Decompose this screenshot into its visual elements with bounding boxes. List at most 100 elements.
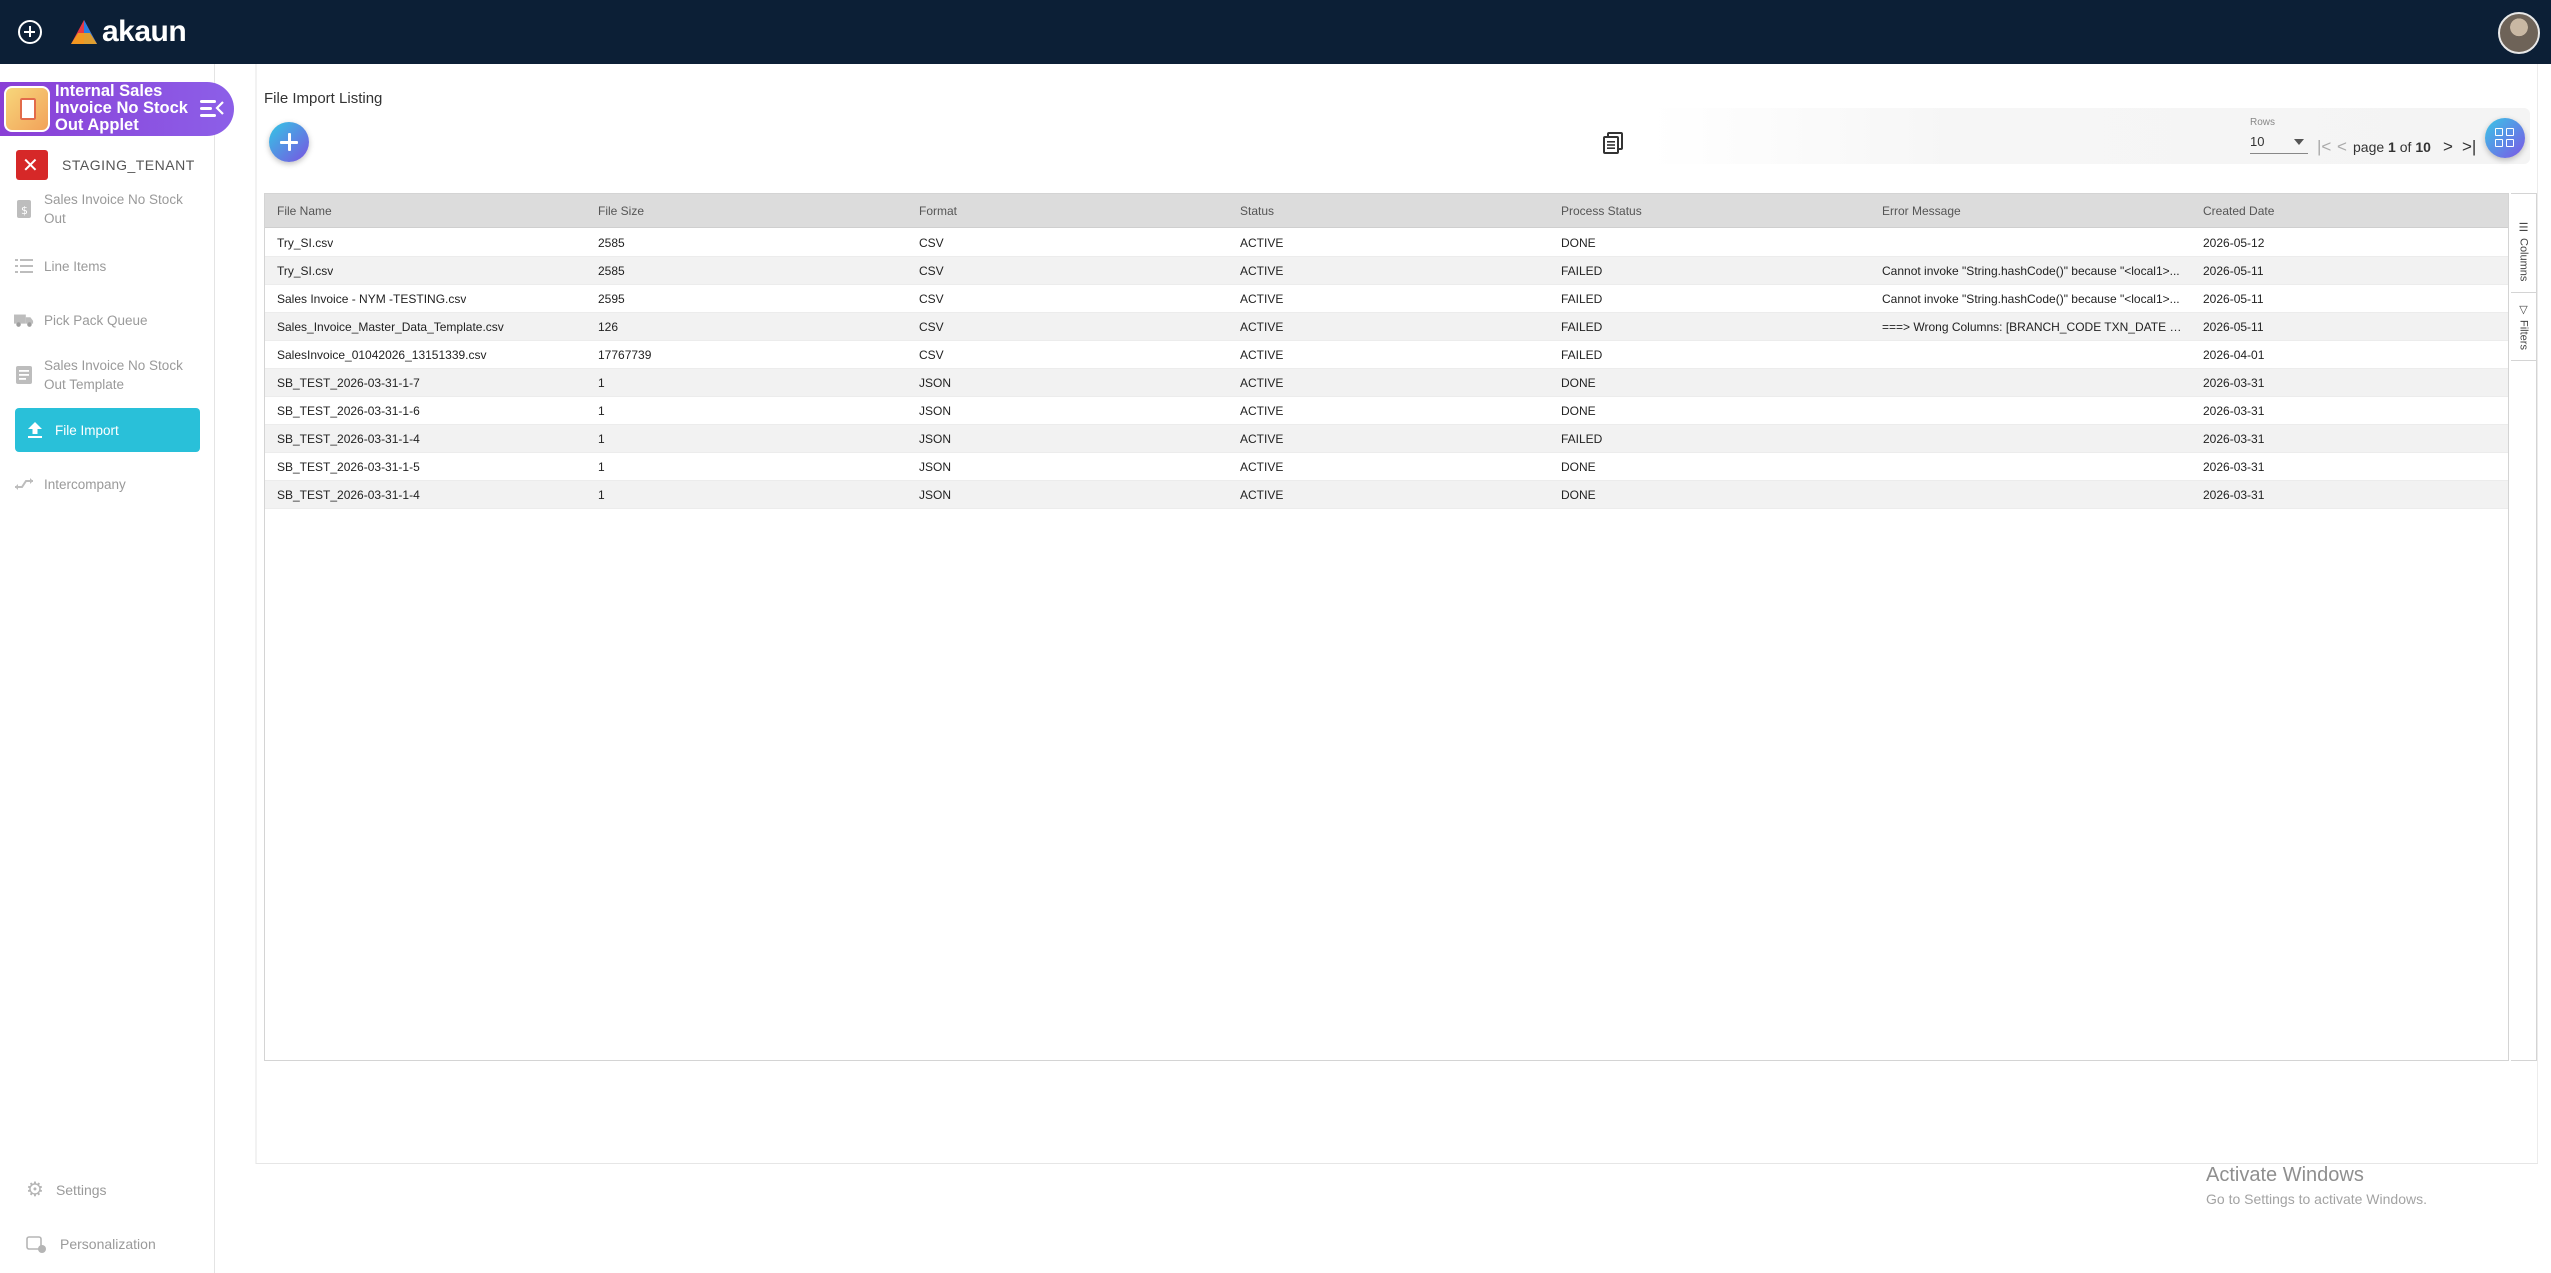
first-page-icon[interactable]: |< <box>2317 138 2331 155</box>
file-size-cell: 17767739 <box>598 348 652 362</box>
format-cell: JSON <box>919 432 952 446</box>
created-date-cell: 2026-03-31 <box>2203 432 2265 446</box>
format-cell: CSV <box>919 264 944 278</box>
of-word: of <box>2399 139 2412 155</box>
previous-page-icon[interactable]: < <box>2337 138 2347 155</box>
file-name-cell: SB_TEST_2026-03-31-1-4 <box>277 488 420 502</box>
table-row[interactable]: Try_SI.csv 2585 CSV ACTIVE DONE 2026-05-12 <box>265 229 2508 257</box>
main-bottom-border <box>256 1163 2538 1164</box>
column-header-file-size[interactable]: File Size <box>598 204 644 218</box>
table-row[interactable]: SB_TEST_2026-03-31-1-6 1 JSON ACTIVE DONE 202… <box>265 397 2508 425</box>
process-status-cell: DONE <box>1561 376 1596 390</box>
process-status-cell: FAILED <box>1561 292 1603 306</box>
file-name-cell: Sales_Invoice_Master_Data_Template.csv <box>277 320 504 334</box>
file-size-cell: 1 <box>598 404 605 418</box>
columns-panel-tab[interactable]: ☰ Columns <box>2511 216 2536 286</box>
add-circle-icon[interactable] <box>18 20 42 44</box>
top-bar: akaun <box>0 0 2551 64</box>
settings-label: Settings <box>55 1182 107 1198</box>
personalization-button[interactable]: Personalization <box>26 1234 156 1254</box>
grid-view-button[interactable] <box>2485 118 2525 158</box>
app-logo[interactable]: akaun <box>70 14 187 50</box>
settings-button[interactable]: ⚙ Settings <box>26 1180 107 1200</box>
error-message-cell: Cannot invoke "String.hashCode()" becaus… <box>1882 264 2180 278</box>
column-header-process-status[interactable]: Process Status <box>1561 204 1642 218</box>
gear-icon: ⚙ <box>26 1179 44 1201</box>
table-row[interactable]: SB_TEST_2026-03-31-1-7 1 JSON ACTIVE DONE 202… <box>265 369 2508 397</box>
sidebar-item-label: Intercompany <box>44 476 126 492</box>
sidebar-item-sales-invoice-template[interactable]: Sales Invoice No Stock Out Template <box>14 356 200 394</box>
user-avatar[interactable] <box>2498 12 2540 54</box>
sidebar-item-label: Sales Invoice No Stock Out Template <box>44 358 183 392</box>
sidebar-item-sales-invoice-no-stock-out[interactable]: $ Sales Invoice No Stock Out <box>14 190 200 228</box>
rows-label: Rows <box>2250 117 2276 128</box>
toolbar-strip <box>1650 108 2530 164</box>
total-pages: 10 <box>2415 139 2431 155</box>
table-row[interactable]: SB_TEST_2026-03-31-1-4 1 JSON ACTIVE FAILED 2… <box>265 425 2508 453</box>
file-name-cell: SalesInvoice_01042026_13151339.csv <box>277 348 487 362</box>
sidebar-item-pick-pack-queue[interactable]: Pick Pack Queue <box>14 310 200 330</box>
table-header: File Name File Size Format Status Proces… <box>265 194 2508 228</box>
tenant-selector[interactable]: STAGING_TENANT <box>16 150 195 180</box>
table-row[interactable]: Try_SI.csv 2585 CSV ACTIVE FAILED Cannot invo… <box>265 257 2508 285</box>
svg-text:$: $ <box>21 204 28 217</box>
file-size-cell: 126 <box>598 320 619 334</box>
list-icon <box>14 256 34 276</box>
file-size-cell: 1 <box>598 376 605 390</box>
created-date-cell: 2026-03-31 <box>2203 376 2265 390</box>
page-title: File Import Listing <box>264 90 383 107</box>
table-row[interactable]: SalesInvoice_01042026_13151339.csv 177677… <box>265 341 2508 369</box>
sidebar-item-label: Line Items <box>44 258 107 274</box>
format-cell: JSON <box>919 376 952 390</box>
export-documents-icon[interactable] <box>1603 132 1625 156</box>
filter-icon: ▽ <box>2517 302 2529 316</box>
columns-icon: ☰ <box>2517 220 2529 234</box>
side-tool-panel: ☰ Columns ▽ Filters <box>2511 193 2537 1061</box>
sidebar-item-label: Sales Invoice No Stock Out <box>44 192 183 226</box>
file-name-cell: Try_SI.csv <box>277 264 334 278</box>
column-header-format[interactable]: Format <box>919 204 957 218</box>
file-name-cell: SB_TEST_2026-03-31-1-6 <box>277 404 420 418</box>
tenant-name: STAGING_TENANT <box>62 157 195 173</box>
process-status-cell: DONE <box>1561 236 1596 250</box>
created-date-cell: 2026-05-11 <box>2203 320 2264 334</box>
page-indicator: page 1 of 10 <box>2353 139 2431 155</box>
process-status-cell: FAILED <box>1561 432 1603 446</box>
format-cell: CSV <box>919 320 944 334</box>
sidebar-item-label: Pick Pack Queue <box>44 312 148 328</box>
table-row[interactable]: Sales Invoice - NYM -TESTING.csv 2595 CSV A… <box>265 285 2508 313</box>
last-page-icon[interactable]: >| <box>2462 138 2476 155</box>
status-cell: ACTIVE <box>1240 432 1284 446</box>
table-row[interactable]: Sales_Invoice_Master_Data_Template.csv 12… <box>265 313 2508 341</box>
column-header-created-date[interactable]: Created Date <box>2203 204 2274 218</box>
created-date-cell: 2026-03-31 <box>2203 488 2265 502</box>
personalization-icon <box>26 1234 48 1254</box>
table-row[interactable]: SB_TEST_2026-03-31-1-5 1 JSON ACTIVE DONE 202… <box>265 453 2508 481</box>
status-cell: ACTIVE <box>1240 404 1284 418</box>
add-file-button[interactable] <box>269 122 309 162</box>
personalization-label: Personalization <box>60 1236 156 1252</box>
side-panel-divider <box>2511 360 2536 361</box>
main-right-border <box>2537 64 2538 1164</box>
column-header-file-name[interactable]: File Name <box>277 204 332 218</box>
format-cell: CSV <box>919 292 944 306</box>
sidebar-item-file-import[interactable]: File Import <box>15 408 200 452</box>
process-status-cell: FAILED <box>1561 320 1603 334</box>
sidebar-item-intercompany[interactable]: Intercompany <box>14 474 200 494</box>
next-page-icon[interactable]: > <box>2443 138 2453 155</box>
file-size-cell: 2585 <box>598 236 625 250</box>
filters-panel-tab[interactable]: ▽ Filters <box>2511 298 2536 354</box>
status-cell: ACTIVE <box>1240 488 1284 502</box>
column-header-status[interactable]: Status <box>1240 204 1274 218</box>
sidebar-item-line-items[interactable]: Line Items <box>14 256 200 276</box>
applet-banner: Internal Sales Invoice No Stock Out Appl… <box>0 82 234 136</box>
column-header-error-message[interactable]: Error Message <box>1882 204 1961 218</box>
main-left-border <box>255 64 257 1164</box>
file-import-table: File Name File Size Format Status Proces… <box>264 193 2509 1061</box>
chevron-down-icon <box>2294 139 2304 145</box>
status-cell: ACTIVE <box>1240 460 1284 474</box>
process-status-cell: DONE <box>1561 460 1596 474</box>
format-cell: JSON <box>919 460 952 474</box>
collapse-menu-icon[interactable] <box>200 97 224 119</box>
table-row[interactable]: SB_TEST_2026-03-31-1-4 1 JSON ACTIVE DONE 202… <box>265 481 2508 509</box>
